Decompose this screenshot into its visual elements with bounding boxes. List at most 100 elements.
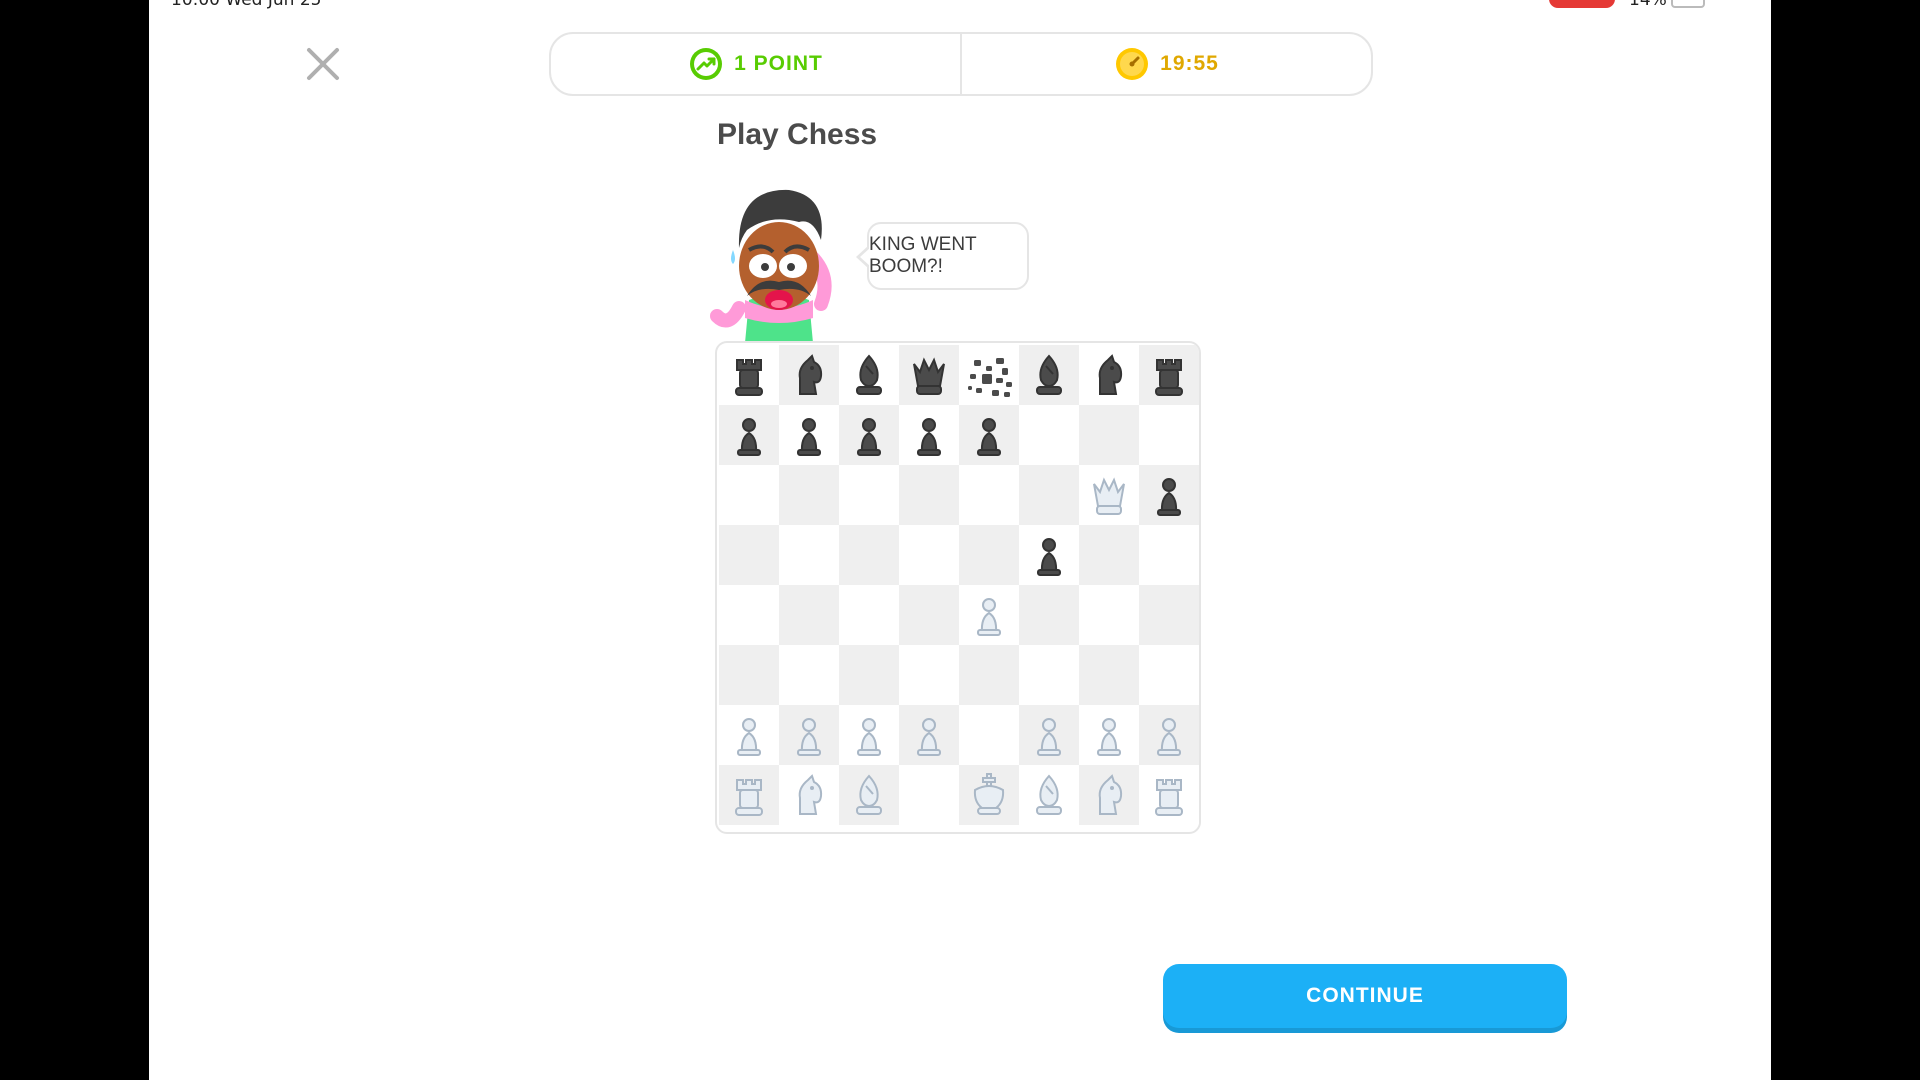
square-d2[interactable] xyxy=(899,705,959,765)
square-f2[interactable] xyxy=(1019,705,1079,765)
black-bishop-icon[interactable] xyxy=(1026,352,1072,398)
black-king-exploded-icon[interactable] xyxy=(966,352,1012,398)
white-pawn-icon[interactable] xyxy=(786,712,832,758)
square-c1[interactable] xyxy=(839,765,899,825)
square-a6[interactable] xyxy=(719,465,779,525)
square-h8[interactable] xyxy=(1139,345,1199,405)
square-h3[interactable] xyxy=(1139,645,1199,705)
square-e7[interactable] xyxy=(959,405,1019,465)
square-a3[interactable] xyxy=(719,645,779,705)
white-pawn-icon[interactable] xyxy=(1026,712,1072,758)
black-knight-icon[interactable] xyxy=(786,352,832,398)
square-d5[interactable] xyxy=(899,525,959,585)
square-c6[interactable] xyxy=(839,465,899,525)
square-g8[interactable] xyxy=(1079,345,1139,405)
white-pawn-icon[interactable] xyxy=(846,712,892,758)
square-h6[interactable] xyxy=(1139,465,1199,525)
square-g7[interactable] xyxy=(1079,405,1139,465)
square-f3[interactable] xyxy=(1019,645,1079,705)
square-g5[interactable] xyxy=(1079,525,1139,585)
square-g1[interactable] xyxy=(1079,765,1139,825)
square-b8[interactable] xyxy=(779,345,839,405)
square-g3[interactable] xyxy=(1079,645,1139,705)
square-e8[interactable] xyxy=(959,345,1019,405)
square-h4[interactable] xyxy=(1139,585,1199,645)
black-queen-icon[interactable] xyxy=(906,352,952,398)
square-h1[interactable] xyxy=(1139,765,1199,825)
square-b2[interactable] xyxy=(779,705,839,765)
square-d7[interactable] xyxy=(899,405,959,465)
square-a2[interactable] xyxy=(719,705,779,765)
square-c8[interactable] xyxy=(839,345,899,405)
square-d1[interactable] xyxy=(899,765,959,825)
square-e3[interactable] xyxy=(959,645,1019,705)
square-c3[interactable] xyxy=(839,645,899,705)
square-d8[interactable] xyxy=(899,345,959,405)
white-pawn-icon[interactable] xyxy=(1146,712,1192,758)
square-d3[interactable] xyxy=(899,645,959,705)
square-a8[interactable] xyxy=(719,345,779,405)
black-pawn-icon[interactable] xyxy=(906,412,952,458)
black-knight-icon[interactable] xyxy=(1086,352,1132,398)
white-knight-icon[interactable] xyxy=(1086,772,1132,818)
white-bishop-icon[interactable] xyxy=(1026,772,1072,818)
black-pawn-icon[interactable] xyxy=(786,412,832,458)
timer-label: 19:55 xyxy=(1160,52,1219,75)
close-button[interactable] xyxy=(301,42,345,86)
white-queen-icon[interactable] xyxy=(1086,472,1132,518)
white-rook-icon[interactable] xyxy=(1146,772,1192,818)
square-a5[interactable] xyxy=(719,525,779,585)
square-g4[interactable] xyxy=(1079,585,1139,645)
black-rook-icon[interactable] xyxy=(726,352,772,398)
square-f4[interactable] xyxy=(1019,585,1079,645)
square-e2[interactable] xyxy=(959,705,1019,765)
chess-board[interactable] xyxy=(719,345,1199,825)
white-pawn-icon[interactable] xyxy=(906,712,952,758)
white-pawn-icon[interactable] xyxy=(1086,712,1132,758)
square-b1[interactable] xyxy=(779,765,839,825)
black-pawn-icon[interactable] xyxy=(726,412,772,458)
continue-button[interactable]: CONTINUE xyxy=(1163,964,1567,1028)
square-b5[interactable] xyxy=(779,525,839,585)
points-stat: 1 POINT xyxy=(551,34,960,94)
square-c5[interactable] xyxy=(839,525,899,585)
square-g6[interactable] xyxy=(1079,465,1139,525)
square-b3[interactable] xyxy=(779,645,839,705)
square-c7[interactable] xyxy=(839,405,899,465)
black-pawn-icon[interactable] xyxy=(1146,472,1192,518)
black-pawn-icon[interactable] xyxy=(846,412,892,458)
white-rook-icon[interactable] xyxy=(726,772,772,818)
square-a7[interactable] xyxy=(719,405,779,465)
square-d6[interactable] xyxy=(899,465,959,525)
black-rook-icon[interactable] xyxy=(1146,352,1192,398)
square-f5[interactable] xyxy=(1019,525,1079,585)
square-h2[interactable] xyxy=(1139,705,1199,765)
square-c2[interactable] xyxy=(839,705,899,765)
square-f8[interactable] xyxy=(1019,345,1079,405)
square-b7[interactable] xyxy=(779,405,839,465)
black-pawn-icon[interactable] xyxy=(1026,532,1072,578)
white-bishop-icon[interactable] xyxy=(846,772,892,818)
white-pawn-icon[interactable] xyxy=(726,712,772,758)
square-e1[interactable] xyxy=(959,765,1019,825)
square-f6[interactable] xyxy=(1019,465,1079,525)
square-f7[interactable] xyxy=(1019,405,1079,465)
square-a1[interactable] xyxy=(719,765,779,825)
square-e6[interactable] xyxy=(959,465,1019,525)
square-e5[interactable] xyxy=(959,525,1019,585)
black-bishop-icon[interactable] xyxy=(846,352,892,398)
square-d4[interactable] xyxy=(899,585,959,645)
square-h5[interactable] xyxy=(1139,525,1199,585)
square-f1[interactable] xyxy=(1019,765,1079,825)
square-a4[interactable] xyxy=(719,585,779,645)
square-b6[interactable] xyxy=(779,465,839,525)
white-pawn-icon[interactable] xyxy=(966,592,1012,638)
square-h7[interactable] xyxy=(1139,405,1199,465)
black-pawn-icon[interactable] xyxy=(966,412,1012,458)
square-g2[interactable] xyxy=(1079,705,1139,765)
square-b4[interactable] xyxy=(779,585,839,645)
square-c4[interactable] xyxy=(839,585,899,645)
square-e4[interactable] xyxy=(959,585,1019,645)
white-knight-icon[interactable] xyxy=(786,772,832,818)
white-king-icon[interactable] xyxy=(966,772,1012,818)
